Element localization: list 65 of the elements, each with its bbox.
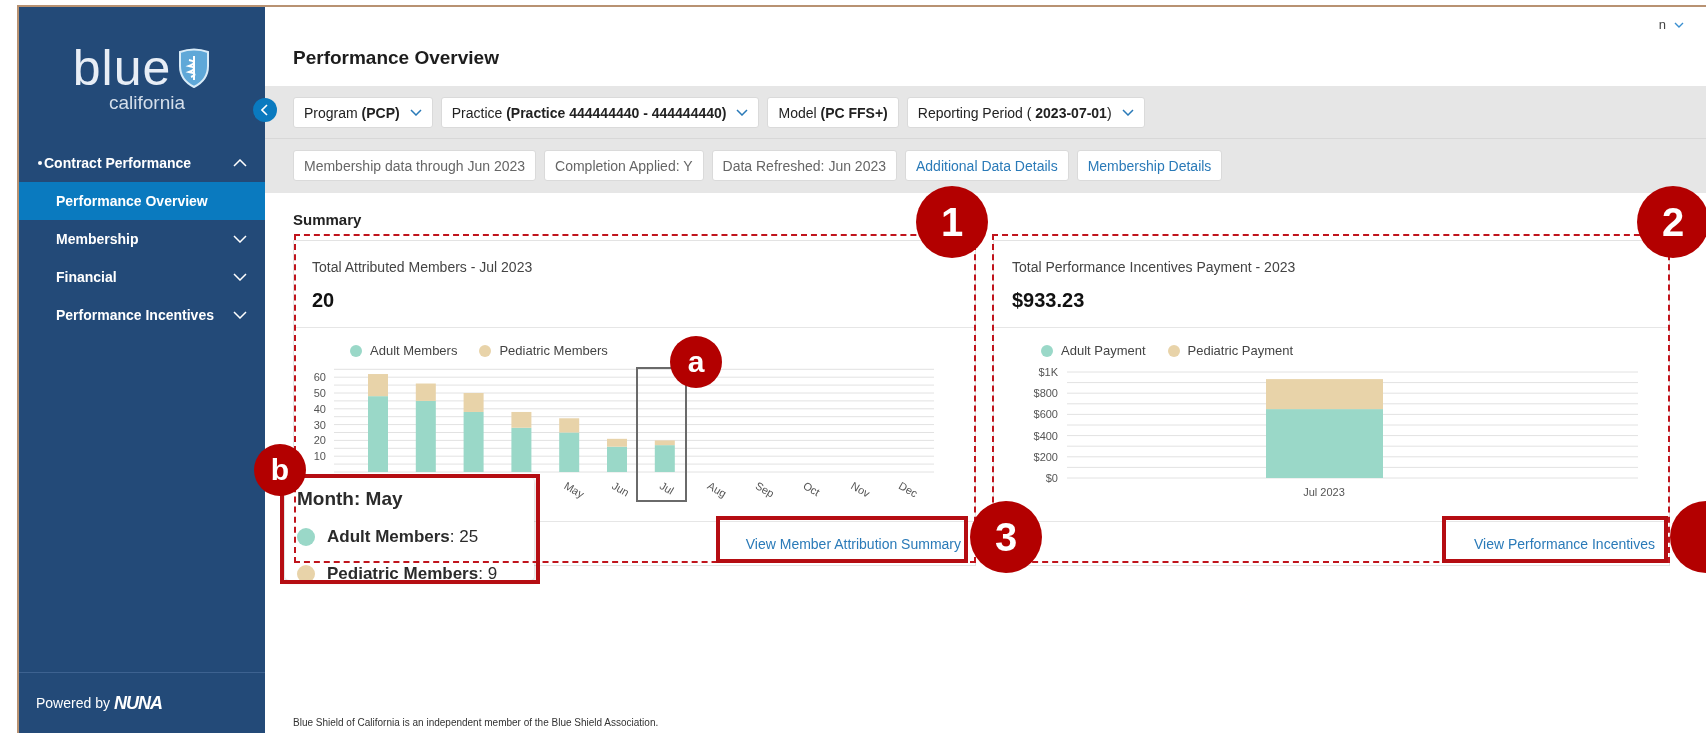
- axis-tick-label: 20: [313, 434, 326, 447]
- nav-item[interactable]: Membership: [19, 220, 265, 258]
- axis-tick-label: $0: [1045, 472, 1058, 484]
- axis-month-label: Sep: [753, 479, 777, 500]
- axis-month-label: Jun: [610, 479, 632, 499]
- axis-month-label: Aug: [705, 479, 729, 500]
- info-chip: Completion Applied: Y: [544, 150, 704, 181]
- filter-dropdown[interactable]: Program (PCP): [293, 97, 433, 128]
- footnote: Blue Shield of California is an independent member of the Blue Shield Association.: [292, 717, 660, 730]
- nav-item[interactable]: Performance Incentives: [19, 296, 265, 334]
- card-title: Total Performance Incentives Payment - 2023: [1012, 259, 1297, 275]
- caret-icon[interactable]: [409, 109, 422, 116]
- details-link[interactable]: Membership Details: [1076, 150, 1223, 181]
- logo-wordmark: blue: [72, 41, 172, 94]
- info-chip: Membership data through Jun 2023: [293, 150, 537, 181]
- axis-tick-label: $1K: [1038, 366, 1058, 378]
- powered-by-text: Powered by: [36, 695, 110, 711]
- card-title: Total Attributed Members - Jul 2023: [312, 259, 534, 275]
- annotation-badge: 3: [970, 501, 1042, 573]
- axis-tick-label: $600: [1033, 408, 1058, 421]
- nav-item[interactable]: Financial: [19, 258, 265, 296]
- shield-icon: [177, 47, 212, 88]
- filter-dropdown[interactable]: Model (PC FFS+): [767, 97, 899, 128]
- filter-dropdown[interactable]: Practice (Practice 444444440 - 444444440): [440, 97, 760, 128]
- nav-item[interactable]: Contract Performance: [19, 144, 265, 182]
- legend-label: Adult Members: [370, 343, 458, 358]
- card-value: $933.23: [1012, 289, 1086, 312]
- info-chip: Data Refreshed: Jun 2023: [711, 150, 897, 181]
- axis-tick-label: $800: [1033, 387, 1058, 400]
- legend-label: Adult Payment: [1061, 343, 1146, 358]
- axis-tick-label: 60: [313, 371, 326, 384]
- axis-label: Jul 2023: [1303, 486, 1345, 498]
- caret-icon[interactable]: [736, 109, 749, 116]
- axis-month-label: Jul: [657, 479, 676, 497]
- annotation-badge: 1: [916, 186, 988, 258]
- annotation-badge: 2: [1637, 186, 1706, 258]
- tooltip-value: Adult Members: 25: [327, 526, 479, 547]
- view-link[interactable]: View Member Attribution Summary: [745, 535, 961, 552]
- legend-label: Pediatric Members: [499, 343, 608, 358]
- axis-tick-label: $200: [1033, 450, 1058, 463]
- axis-month-label: Oct: [801, 479, 823, 499]
- annotation-badge: a: [670, 336, 722, 388]
- brand-logo: NUNA: [113, 692, 162, 714]
- chevron-icon[interactable]: [261, 104, 269, 116]
- axis-tick-label: 40: [313, 402, 326, 415]
- axis-tick-label: $400: [1033, 429, 1058, 442]
- details-link[interactable]: Additional Data Details: [905, 150, 1069, 181]
- page-title: Performance Overview: [293, 47, 499, 69]
- axis-month-label: Nov: [849, 479, 872, 500]
- caret-icon[interactable]: [1674, 21, 1684, 28]
- view-link[interactable]: View Performance Incentives: [1473, 535, 1655, 552]
- axis-tick-label: 10: [313, 450, 326, 463]
- legend-label: Pediatric Payment: [1187, 343, 1294, 358]
- filter-dropdown[interactable]: Reporting Period ( 2023-07-01): [906, 97, 1145, 128]
- axis-tick-label: 50: [313, 387, 326, 399]
- tooltip-value: Pediatric Members: 9: [327, 563, 498, 584]
- caret-icon[interactable]: [1121, 109, 1134, 116]
- axis-month-label: Dec: [896, 479, 920, 500]
- section-title: Summary: [293, 211, 362, 228]
- nav-subitem[interactable]: Performance Overview: [19, 182, 265, 220]
- card-value: 20: [312, 289, 336, 312]
- user-menu[interactable]: n: [1658, 17, 1666, 32]
- axis-tick-label: 30: [313, 418, 326, 431]
- logo-subtitle: california: [108, 91, 185, 114]
- axis-month-label: May: [562, 479, 587, 501]
